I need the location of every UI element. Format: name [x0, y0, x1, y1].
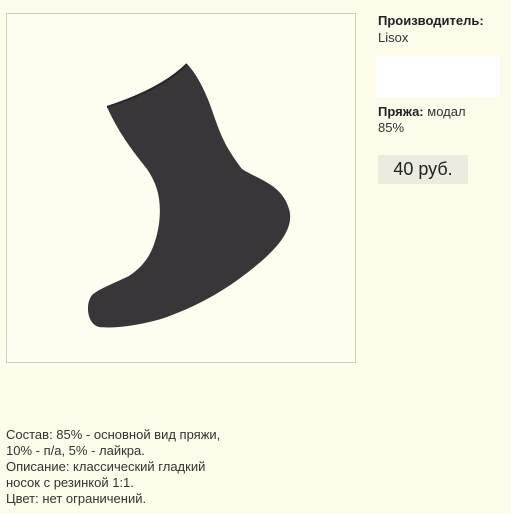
sock-image-icon: [87, 63, 291, 328]
product-image[interactable]: [6, 13, 356, 363]
yarn-info: Пряжа: модал 85%: [378, 104, 508, 136]
description-line: Описание: классический гладкий: [6, 459, 206, 474]
yarn-value: модал: [427, 104, 466, 119]
yarn-percent: 85%: [378, 120, 405, 135]
description-line: Цвет: нет ограничений.: [6, 491, 147, 506]
manufacturer-logo: [376, 56, 500, 97]
manufacturer-value: Lisox: [378, 30, 409, 45]
description-line: носок с резинкой 1:1.: [6, 475, 134, 490]
yarn-label: Пряжа:: [378, 104, 424, 119]
description-line: 10% - п/а, 5% - лайкра.: [6, 443, 145, 458]
price-badge: 40 руб.: [378, 155, 468, 184]
manufacturer-label: Производитель:: [378, 13, 484, 28]
product-description: Состав: 85% - основной вид пряжи, 10% - …: [6, 427, 266, 507]
description-line: Состав: 85% - основной вид пряжи,: [6, 427, 221, 442]
